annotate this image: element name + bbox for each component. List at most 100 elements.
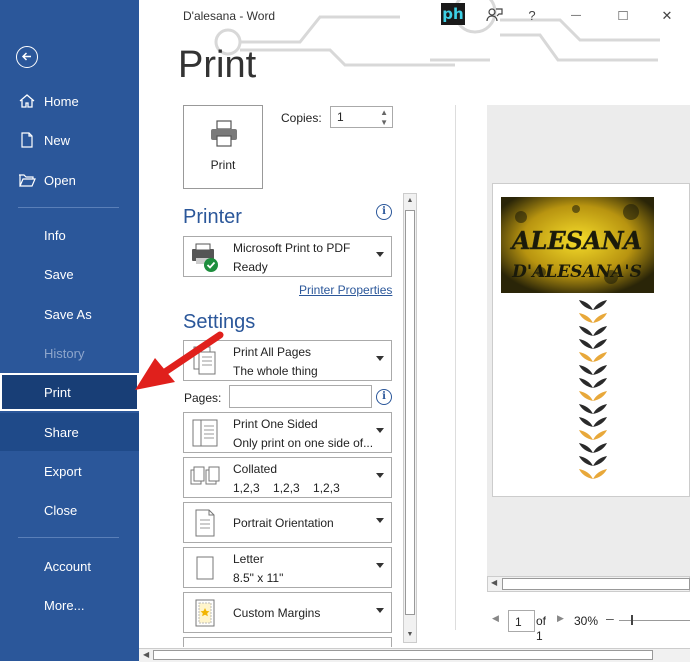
sidebar-item-home[interactable]: Home [0,82,139,120]
leaf-right [593,391,607,401]
page-title: Print [178,44,257,86]
sidebar-item-label: Print [44,384,71,400]
sidebar-item-label: More... [44,597,85,613]
logo-text-sub: D'ALESANA'S [511,262,642,282]
leaf-right [593,313,607,323]
setting-line1: Collated [233,462,278,476]
settings-scrollbar[interactable]: ▲ ▼ [403,193,417,643]
pages-input[interactable] [229,385,372,408]
leaf-right [593,378,607,388]
leaf-left [579,430,593,440]
leaf-right [593,339,607,349]
printer-properties-link[interactable]: Printer Properties [299,283,392,297]
scroll-left-icon[interactable]: ◀ [143,650,149,659]
help-button[interactable]: ? [521,6,543,26]
leaf-left [579,417,593,427]
dalesana-logo-image: ALESANA D'ALESANA'S [501,197,654,293]
back-button[interactable] [16,46,38,68]
zoom-slider-track[interactable] [619,620,690,621]
close-window-button[interactable]: ✕ [656,6,678,26]
info-icon[interactable]: i [376,389,392,405]
leaf-left [579,326,593,336]
sides-dropdown[interactable]: Print One Sided Only print on one side o… [183,412,392,453]
paper-size-dropdown[interactable]: Letter 8.5" x 11" [183,547,392,588]
next-page-icon[interactable]: ▶ [557,613,564,624]
page-of-label: of [536,614,547,628]
increment-icon[interactable]: ▲ [380,108,388,117]
leaf-right [593,417,607,427]
scroll-down-icon[interactable]: ▼ [405,629,415,641]
decrement-icon[interactable]: ▼ [380,118,388,127]
print-button-label: Print [210,158,236,172]
orientation-dropdown[interactable]: Portrait Orientation [183,502,392,543]
page-number-input[interactable]: 1 [508,610,535,632]
sidebar-item-open[interactable]: Open [0,161,139,199]
setting-line1: Print All Pages [233,345,312,359]
zoom-out-icon[interactable]: – [606,610,614,626]
copies-value: 1 [337,110,344,124]
brand-badge: ph [441,3,465,25]
sidebar-item-info[interactable]: Info [0,216,139,254]
minimize-icon: — [571,10,581,21]
preview-horizontal-scrollbar[interactable]: ◀ [487,576,690,592]
red-pointer-arrow [135,331,224,390]
window-horizontal-scrollbar[interactable]: ◀ [139,648,690,662]
leaf-left [579,352,593,362]
leaf-right [593,456,607,466]
close-icon: ✕ [661,8,673,23]
chevron-down-icon [376,518,384,523]
leaf-left [579,391,593,401]
leaf-right [593,404,607,414]
leaf-left [579,313,593,323]
setting-line2: Only print on one side of... [233,436,374,450]
home-icon [19,94,35,108]
sidebar-item-account[interactable]: Account [0,547,139,585]
zoom-slider-thumb[interactable] [631,615,633,625]
printer-icon [211,120,237,147]
sidebar-item-label: Export [44,463,82,479]
margins-dropdown[interactable]: Custom Margins [183,592,392,633]
printer-dropdown[interactable]: Microsoft Print to PDF Ready [183,236,392,277]
sidebar-item-label: Account [44,558,91,574]
sidebar-item-label: Close [44,502,78,518]
setting-line2: The whole thing [233,364,318,378]
sidebar-item-new[interactable]: New [0,121,139,159]
portrait-page-icon [195,509,215,537]
chevron-down-icon [376,473,384,478]
info-icon[interactable]: i [376,204,392,220]
scrollbar-thumb[interactable] [153,650,653,660]
chevron-down-icon [376,563,384,568]
setting-line1: Custom Margins [233,606,321,620]
print-button[interactable]: Print [183,105,263,189]
scroll-left-icon[interactable]: ◀ [491,578,497,587]
leaf-right [593,443,607,453]
collation-dropdown[interactable]: Collated 1,2,3 1,2,3 1,2,3 [183,457,392,498]
scrollbar-thumb[interactable] [405,210,415,615]
leaf-left [579,300,593,310]
sidebar-item-export[interactable]: Export [0,452,139,490]
scrollbar-thumb[interactable] [502,578,690,590]
sidebar-item-print[interactable]: Print [0,373,139,411]
one-sided-icon [192,419,218,447]
maximize-button[interactable]: □ [612,6,634,26]
setting-line2: 1,2,3 1,2,3 1,2,3 [233,481,340,495]
leaf-right [593,365,607,375]
share-feedback-button[interactable] [483,6,505,26]
sidebar-item-more[interactable]: More... [0,586,139,624]
previous-page-icon[interactable]: ◀ [492,613,499,624]
printer-name: Microsoft Print to PDF [233,241,351,255]
title-bar: D'alesana - Word ph ? — □ ✕ [139,0,690,32]
backstage-sidebar: Home New Open Info Save Save As History … [0,0,139,661]
minimize-button[interactable]: — [565,6,587,26]
copies-stepper[interactable]: 1 ▲ ▼ [330,106,393,128]
leaf-left [579,404,593,414]
scroll-up-icon[interactable]: ▲ [405,195,415,207]
chevron-down-icon [376,428,384,433]
maximize-icon: □ [618,7,628,24]
sidebar-item-save[interactable]: Save [0,255,139,293]
sidebar-item-share[interactable]: Share [0,413,139,451]
sidebar-item-close[interactable]: Close [0,491,139,529]
brand-badge-text: ph [442,5,464,23]
leaf-left [579,456,593,466]
sidebar-item-save-as[interactable]: Save As [0,295,139,333]
